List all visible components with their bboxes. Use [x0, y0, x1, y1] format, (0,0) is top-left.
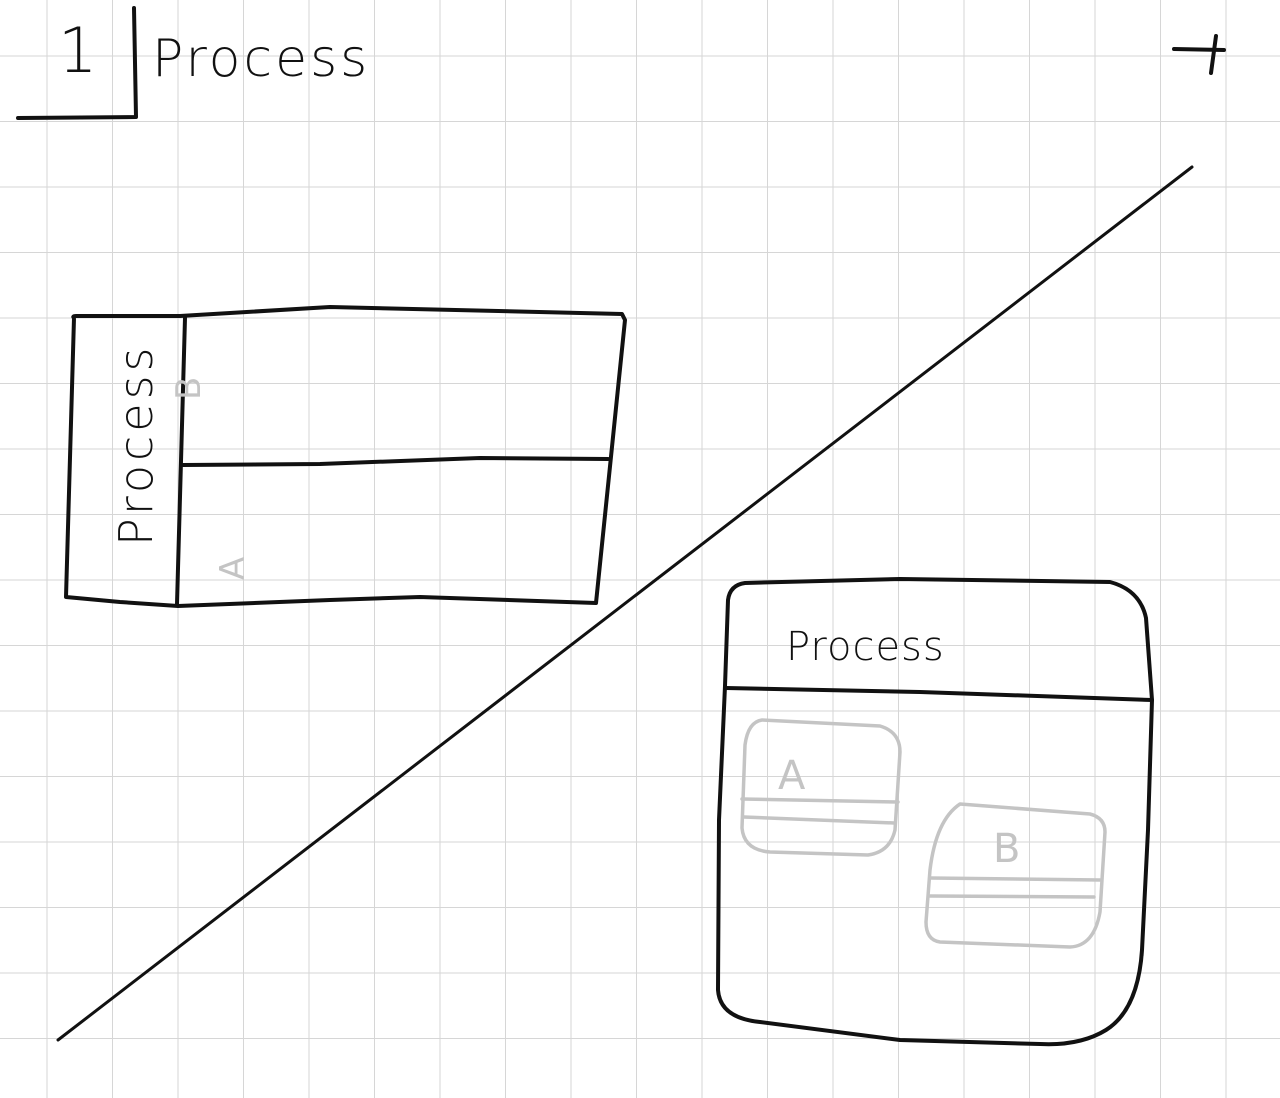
box-a[interactable]: A [740, 718, 902, 857]
lane-divider [181, 456, 610, 467]
lane-a-label: A [213, 557, 253, 580]
vertical-pool-label: Process [786, 624, 945, 670]
box-a-label: A [778, 753, 806, 799]
box-a-border [740, 718, 902, 857]
vertical-pool[interactable]: Process A B [716, 577, 1154, 1047]
lane-a[interactable]: A [213, 557, 253, 580]
box-b-divider-2 [928, 894, 1096, 899]
box-b-label: B [993, 826, 1020, 872]
grid-canvas: 1 Process Process B A Process A B [0, 0, 1280, 1098]
lane-b-label: B [169, 377, 209, 400]
page-title: Process [152, 29, 370, 89]
vertical-pool-header-divider [724, 686, 1154, 702]
page-number: 1 [58, 14, 97, 87]
horizontal-pool-label: Process [109, 344, 163, 547]
add-page-icon[interactable] [1172, 34, 1226, 75]
box-b-divider-1 [928, 876, 1102, 882]
box-b[interactable]: B [924, 802, 1107, 949]
horizontal-pool-header-divider [175, 316, 187, 606]
sketch-layer: 1 Process Process B A Process A B [16, 6, 1226, 1047]
horizontal-pool[interactable]: Process B A [64, 305, 627, 608]
lane-b[interactable]: B [169, 377, 209, 400]
box-a-divider-1 [740, 797, 900, 804]
box-a-divider-2 [742, 815, 896, 825]
